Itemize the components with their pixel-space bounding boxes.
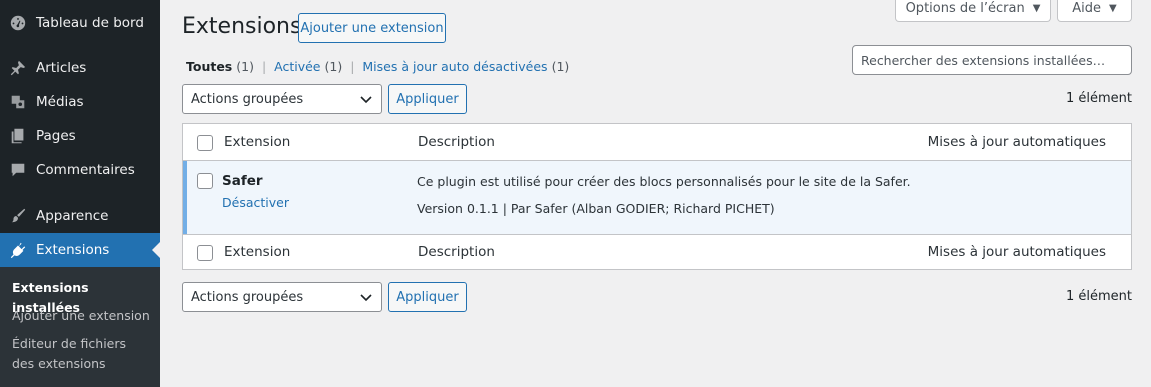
dashboard-icon	[0, 14, 36, 32]
bulk-actions-select-top[interactable]: Actions groupées	[182, 84, 382, 114]
sidebar-item-label: Extensions	[36, 242, 110, 258]
bulk-actions-value: Actions groupées	[191, 91, 304, 107]
submenu-add-extension[interactable]: Ajouter une extension	[12, 306, 152, 326]
item-count-bottom: 1 élément	[1065, 289, 1132, 304]
bulk-actions-value: Actions groupées	[191, 289, 304, 305]
filter-active-count: (1)	[324, 59, 343, 74]
pushpin-icon	[0, 59, 36, 77]
plugin-name: Safer	[222, 173, 263, 189]
sidebar-item-extensions[interactable]: Extensions	[0, 233, 160, 267]
help-button[interactable]: Aide ▼	[1057, 0, 1132, 22]
screen-options-button[interactable]: Options de l’écran ▼	[895, 0, 1051, 22]
submenu-extension-file-editor[interactable]: Éditeur de fichiers des extensions	[12, 334, 152, 374]
sidebar-item-label: Commentaires	[36, 162, 135, 178]
plugins-table: Extension Description Mises à jour autom…	[182, 123, 1132, 270]
admin-sidebar: Tableau de bord Articles Médias Pages Co…	[0, 0, 160, 387]
select-all-checkbox[interactable]	[197, 135, 213, 151]
filter-separator: |	[261, 59, 267, 74]
column-footer-auto-updates: Mises à jour automatiques	[927, 244, 1106, 260]
column-footer-extension: Extension	[224, 244, 291, 260]
active-menu-arrow	[152, 242, 160, 258]
table-row: Safer Désactiver Ce plugin est utilisé p…	[183, 161, 1131, 234]
status-filters: Toutes (1) | Activée (1) | Mises à jour …	[186, 59, 569, 74]
chevron-down-icon	[360, 294, 372, 302]
sidebar-item-comments[interactable]: Commentaires	[0, 153, 160, 187]
deactivate-link[interactable]: Désactiver	[222, 195, 289, 210]
filter-active[interactable]: Activée	[274, 59, 320, 74]
search-placeholder: Rechercher des extensions installées…	[861, 52, 1106, 68]
sidebar-item-appearance[interactable]: Apparence	[0, 199, 160, 233]
sidebar-item-dashboard[interactable]: Tableau de bord	[0, 6, 160, 40]
filter-auto-count: (1)	[551, 59, 570, 74]
column-header-auto-updates: Mises à jour automatiques	[927, 134, 1106, 150]
sidebar-item-label: Pages	[36, 128, 76, 144]
filter-separator: |	[350, 59, 355, 74]
caret-down-icon: ▼	[1109, 3, 1117, 14]
plugin-icon	[0, 241, 36, 259]
help-label: Aide	[1072, 1, 1102, 16]
table-footer: Extension Description Mises à jour autom…	[183, 234, 1131, 270]
caret-down-icon: ▼	[1032, 3, 1041, 14]
paintbrush-icon	[0, 207, 36, 225]
plugin-checkbox[interactable]	[197, 173, 213, 189]
sidebar-item-label: Médias	[36, 94, 84, 110]
plugin-description: Ce plugin est utilisé pour créer des blo…	[417, 174, 911, 189]
column-header-description: Description	[418, 134, 495, 150]
chevron-down-icon	[360, 96, 372, 104]
column-header-extension: Extension	[224, 134, 291, 150]
sidebar-item-pages[interactable]: Pages	[0, 119, 160, 153]
page-title: Extensions	[182, 14, 302, 39]
add-extension-button[interactable]: Ajouter une extension	[298, 13, 446, 43]
plugin-meta: Version 0.1.1 | Par Safer (Alban GODIER;…	[417, 201, 775, 216]
sidebar-item-label: Apparence	[36, 208, 109, 224]
filter-all-count: (1)	[236, 59, 254, 74]
apply-button-bottom[interactable]: Appliquer	[388, 282, 467, 312]
sidebar-item-label: Tableau de bord	[36, 15, 144, 31]
search-input[interactable]: Rechercher des extensions installées…	[852, 45, 1132, 75]
filter-auto-updates-disabled[interactable]: Mises à jour auto désactivées	[362, 59, 547, 74]
sidebar-item-articles[interactable]: Articles	[0, 51, 160, 85]
apply-button-top[interactable]: Appliquer	[388, 84, 467, 114]
sidebar-item-label: Articles	[36, 60, 87, 76]
select-all-checkbox-bottom[interactable]	[197, 245, 213, 261]
sidebar-item-medias[interactable]: Médias	[0, 85, 160, 119]
filter-all[interactable]: Toutes	[186, 59, 232, 74]
media-icon	[0, 93, 36, 111]
pages-icon	[0, 127, 36, 145]
item-count-top: 1 élément	[1065, 91, 1132, 106]
column-footer-description: Description	[418, 244, 495, 260]
comment-icon	[0, 161, 36, 179]
table-header: Extension Description Mises à jour autom…	[183, 124, 1131, 161]
screen-options-label: Options de l’écran	[905, 1, 1025, 16]
extensions-submenu: Extensions installées Ajouter une extens…	[0, 267, 160, 387]
bulk-actions-select-bottom[interactable]: Actions groupées	[182, 282, 382, 312]
